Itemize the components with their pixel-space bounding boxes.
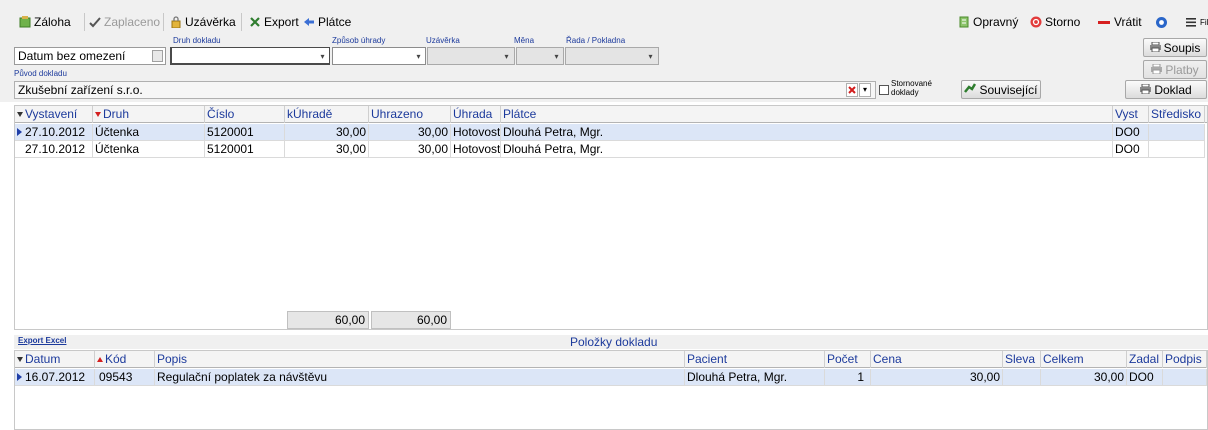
puvod-dokladu-field[interactable]: Zkušební zařízení s.r.o. [14,81,876,99]
printer-icon [1151,63,1163,77]
deposit-icon [19,16,31,28]
table-row[interactable]: 27.10.2012 Účtenka 5120001 30,00 30,00 H… [15,124,1205,141]
col-uhrada[interactable]: Úhrada [451,106,501,123]
table-row[interactable]: 16.07.2012 09543 Regulační poplatek za n… [15,369,1207,386]
support-button[interactable] [1155,13,1168,31]
hamburger-icon [1185,16,1197,28]
table-row[interactable]: 27.10.2012 Účtenka 5120001 30,00 30,00 H… [15,141,1205,158]
chevron-down-icon: ▾ [320,51,325,61]
rada-label: Řada / Pokladna [566,36,626,45]
items-grid: Datum Kód Popis Pacient Počet Cena Sleva… [14,350,1208,430]
clear-x-icon[interactable] [846,83,858,97]
excel-x-icon [249,16,261,28]
zpusob-uhrady-label: Způsob úhrady [332,36,386,45]
col-vyst[interactable]: Vyst [1113,106,1149,123]
export-button[interactable]: Export [249,13,299,31]
col-druh[interactable]: Druh [93,106,205,123]
col-platce[interactable]: Plátce [501,106,1113,123]
uzaverka-button[interactable]: Uzávěrka [170,13,236,31]
druh-dokladu-label: Druh dokladu [173,36,221,45]
col-cena[interactable]: Cena [871,351,1003,368]
items-grid-header: Datum Kód Popis Pacient Počet Cena Sleva… [15,351,1207,368]
platby-button[interactable]: Platby [1143,60,1207,79]
col-cislo[interactable]: Číslo [205,106,285,123]
date-picker-icon[interactable] [152,50,163,62]
sum-uhrazeno: 60,00 [371,311,451,329]
main-toolbar: Záloha Zaplaceno Uzávěrka Export Plátce … [0,0,1208,34]
col-podpis[interactable]: Podpis [1163,351,1207,368]
col-popis[interactable]: Popis [155,351,685,368]
zaplaceno-button[interactable]: Zaplaceno [89,13,160,31]
chevron-down-icon: ▾ [416,51,421,61]
col-vystaveni[interactable]: Vystavení [15,106,93,123]
printer-icon [1140,83,1152,97]
date-range-field[interactable]: Datum bez omezení [14,47,166,65]
col-sleva[interactable]: Sleva [1003,351,1041,368]
documents-grid-header: Vystavení Druh Číslo kÚhradě Uhrazeno Úh… [15,106,1207,123]
opravny-button[interactable]: Opravný [958,13,1018,31]
sum-kuhrade: 60,00 [287,311,369,329]
minus-icon [1097,16,1111,28]
col-celkem[interactable]: Celkem [1041,351,1127,368]
items-title: Položky dokladu [570,335,658,349]
arrow-left-icon [303,16,315,28]
cancel-circle-icon [1030,16,1042,28]
col-pacient[interactable]: Pacient [685,351,825,368]
col-pocet[interactable]: Počet [825,351,871,368]
storno-button[interactable]: Storno [1030,13,1080,31]
stornovane-label: Stornované doklady [891,79,932,97]
export-excel-link[interactable]: Export Excel [18,336,66,345]
mena-label: Měna [514,36,535,45]
puvod-dokladu-label: Původ dokladu [14,69,67,78]
col-uhrazeno[interactable]: Uhrazeno [369,106,451,123]
filter-menu-button[interactable]: Fil [1185,13,1208,31]
souvisejici-button[interactable]: Související [961,80,1041,99]
documents-grid: Vystavení Druh Číslo kÚhradě Uhrazeno Úh… [14,105,1208,330]
chevron-down-icon[interactable]: ▾ [859,83,871,97]
stornovane-checkbox[interactable] [879,85,889,95]
lock-icon [170,16,182,29]
uzaverka-label: Uzávěrka [426,36,460,45]
document-icon [958,16,970,28]
checkmark-icon [89,16,101,28]
col-kuhrade[interactable]: kÚhradě [285,106,369,123]
col-datum[interactable]: Datum [15,351,95,368]
chevron-down-icon: ▾ [554,51,559,61]
col-kod[interactable]: Kód [95,351,155,368]
soupis-button[interactable]: Soupis [1143,38,1207,57]
filter-panel: Druh dokladu Způsob úhrady Uzávěrka Měna… [0,34,1208,102]
druh-dokladu-select[interactable] [170,47,330,65]
lifebuoy-icon [1155,16,1168,29]
printer-icon [1149,41,1161,55]
items-section-bar: Export Excel Položky dokladu [14,335,1208,349]
col-zadal[interactable]: Zadal [1127,351,1163,368]
vratit-button[interactable]: Vrátit [1097,13,1142,31]
chevron-down-icon: ▾ [504,51,509,61]
col-stredisko[interactable]: Středisko [1149,106,1205,123]
chevron-down-icon: ▾ [648,51,653,61]
platce-button[interactable]: Plátce [303,13,351,31]
doklad-button[interactable]: Doklad [1125,80,1207,99]
zaloha-button[interactable]: Záloha [19,13,71,31]
link-puzzle-icon [964,82,977,97]
